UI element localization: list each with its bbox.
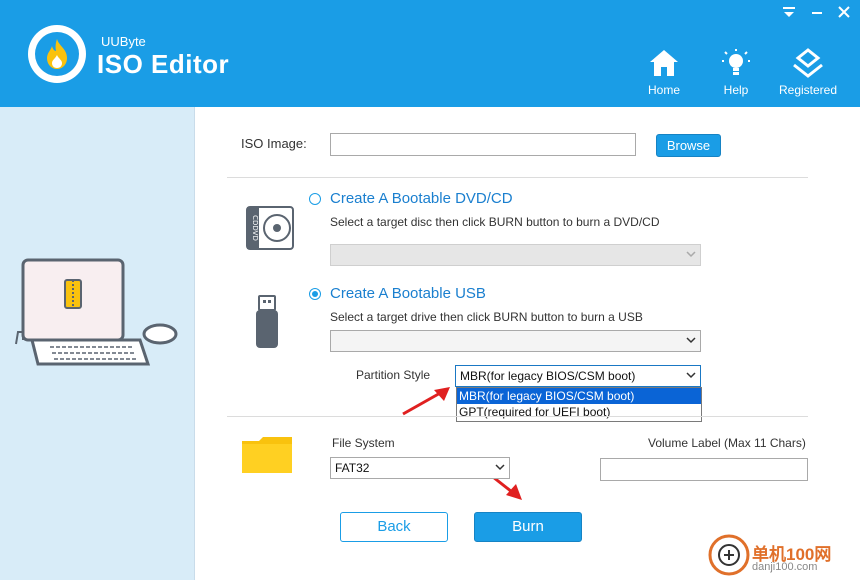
folder-icon	[242, 437, 292, 473]
flame-icon	[47, 39, 67, 69]
dvd-title[interactable]: Create A Bootable DVD/CD	[330, 190, 513, 207]
dvd-icon: CDDVD	[246, 206, 294, 250]
usb-description: Select a target drive then click BURN bu…	[330, 310, 643, 324]
header-bar: UUByte ISO Editor Home Help Registered	[0, 0, 860, 107]
partition-style-select[interactable]: MBR(for legacy BIOS/CSM boot)	[455, 365, 701, 387]
file-system-select[interactable]: FAT32	[330, 457, 510, 479]
back-button[interactable]: Back	[340, 512, 448, 542]
watermark-subtext: danji100.com	[752, 561, 818, 573]
close-button[interactable]	[833, 2, 855, 22]
nav-registered[interactable]: Registered	[776, 46, 840, 97]
svg-text:CDDVD: CDDVD	[251, 215, 259, 241]
divider	[227, 177, 808, 178]
usb-radio[interactable]	[309, 288, 321, 300]
menu-button[interactable]	[778, 2, 800, 22]
iso-image-label: ISO Image:	[241, 136, 307, 151]
minimize-icon	[812, 12, 822, 14]
dvd-radio[interactable]	[309, 193, 321, 205]
partition-style-label: Partition Style	[356, 368, 431, 382]
usb-drive-icon	[256, 295, 278, 348]
app-title: ISO Editor	[97, 49, 230, 79]
sidebar	[0, 107, 195, 580]
burn-button[interactable]: Burn	[474, 512, 582, 542]
home-icon	[650, 50, 678, 76]
nav-registered-label: Registered	[778, 83, 838, 97]
nav-help-label: Help	[723, 83, 749, 97]
diamond-icon	[793, 48, 823, 78]
volume-label-label: Volume Label (Max 11 Chars)	[648, 436, 806, 450]
chevron-down-icon	[495, 464, 505, 471]
nav-home[interactable]: Home	[632, 46, 696, 97]
dvd-description: Select a target disc then click BURN but…	[330, 215, 660, 229]
nav-help[interactable]: Help	[704, 46, 768, 97]
dvd-drive-select	[330, 244, 701, 266]
divider	[227, 416, 808, 417]
menu-icon	[783, 7, 795, 17]
minimize-button[interactable]	[806, 2, 828, 22]
close-icon	[838, 6, 850, 18]
chevron-down-icon	[686, 372, 696, 379]
red-arrow-icon	[402, 387, 450, 416]
lightbulb-icon	[722, 49, 750, 75]
browse-button[interactable]: Browse	[656, 134, 721, 157]
file-system-label: File System	[332, 436, 395, 450]
brand-small: UUByte	[101, 34, 146, 49]
watermark-logo	[708, 534, 750, 576]
chevron-down-icon	[686, 337, 696, 344]
usb-drive-select[interactable]	[330, 330, 701, 352]
partition-option-mbr[interactable]: MBR(for legacy BIOS/CSM boot)	[457, 388, 701, 404]
partition-option-gpt[interactable]: GPT(required for UEFI boot)	[457, 404, 701, 420]
nav-home-label: Home	[647, 83, 680, 97]
usb-title[interactable]: Create A Bootable USB	[330, 285, 486, 302]
iso-path-input[interactable]	[330, 133, 636, 156]
chevron-down-icon	[686, 251, 696, 258]
volume-label-input[interactable]	[600, 458, 808, 481]
app-logo	[28, 25, 86, 83]
computer-illustration	[15, 258, 178, 366]
